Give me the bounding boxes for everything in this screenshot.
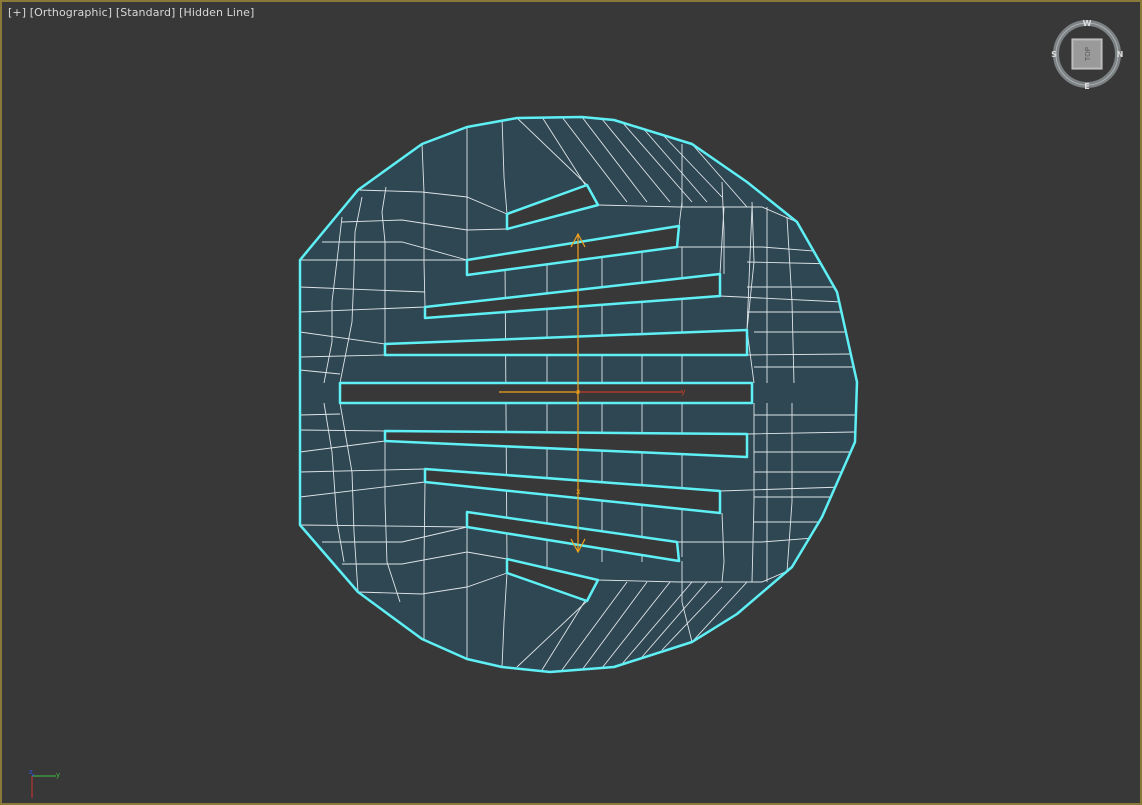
viewcube-icon[interactable]: TOP W E S N bbox=[1050, 16, 1124, 94]
world-axis-z-label: z bbox=[29, 768, 33, 776]
slot-5 bbox=[338, 381, 754, 405]
viewcube-west[interactable]: W bbox=[1083, 19, 1092, 28]
viewcube-face-label: TOP bbox=[1084, 47, 1092, 62]
gizmo-x-label: y bbox=[681, 387, 686, 396]
viewcube-north[interactable]: N bbox=[1117, 50, 1124, 59]
world-axis-icon: y z bbox=[29, 768, 60, 798]
mesh-object[interactable]: y z x bbox=[2, 2, 1140, 803]
viewcube-east[interactable]: E bbox=[1084, 82, 1089, 91]
gizmo-xx-label: x bbox=[576, 487, 581, 496]
viewport[interactable]: [+] [Orthographic] [Standard] [Hidden Li… bbox=[0, 0, 1142, 805]
world-axis-y-label: y bbox=[56, 771, 60, 779]
gizmo-z-label: z bbox=[576, 388, 580, 396]
viewcube-south[interactable]: S bbox=[1051, 50, 1057, 59]
